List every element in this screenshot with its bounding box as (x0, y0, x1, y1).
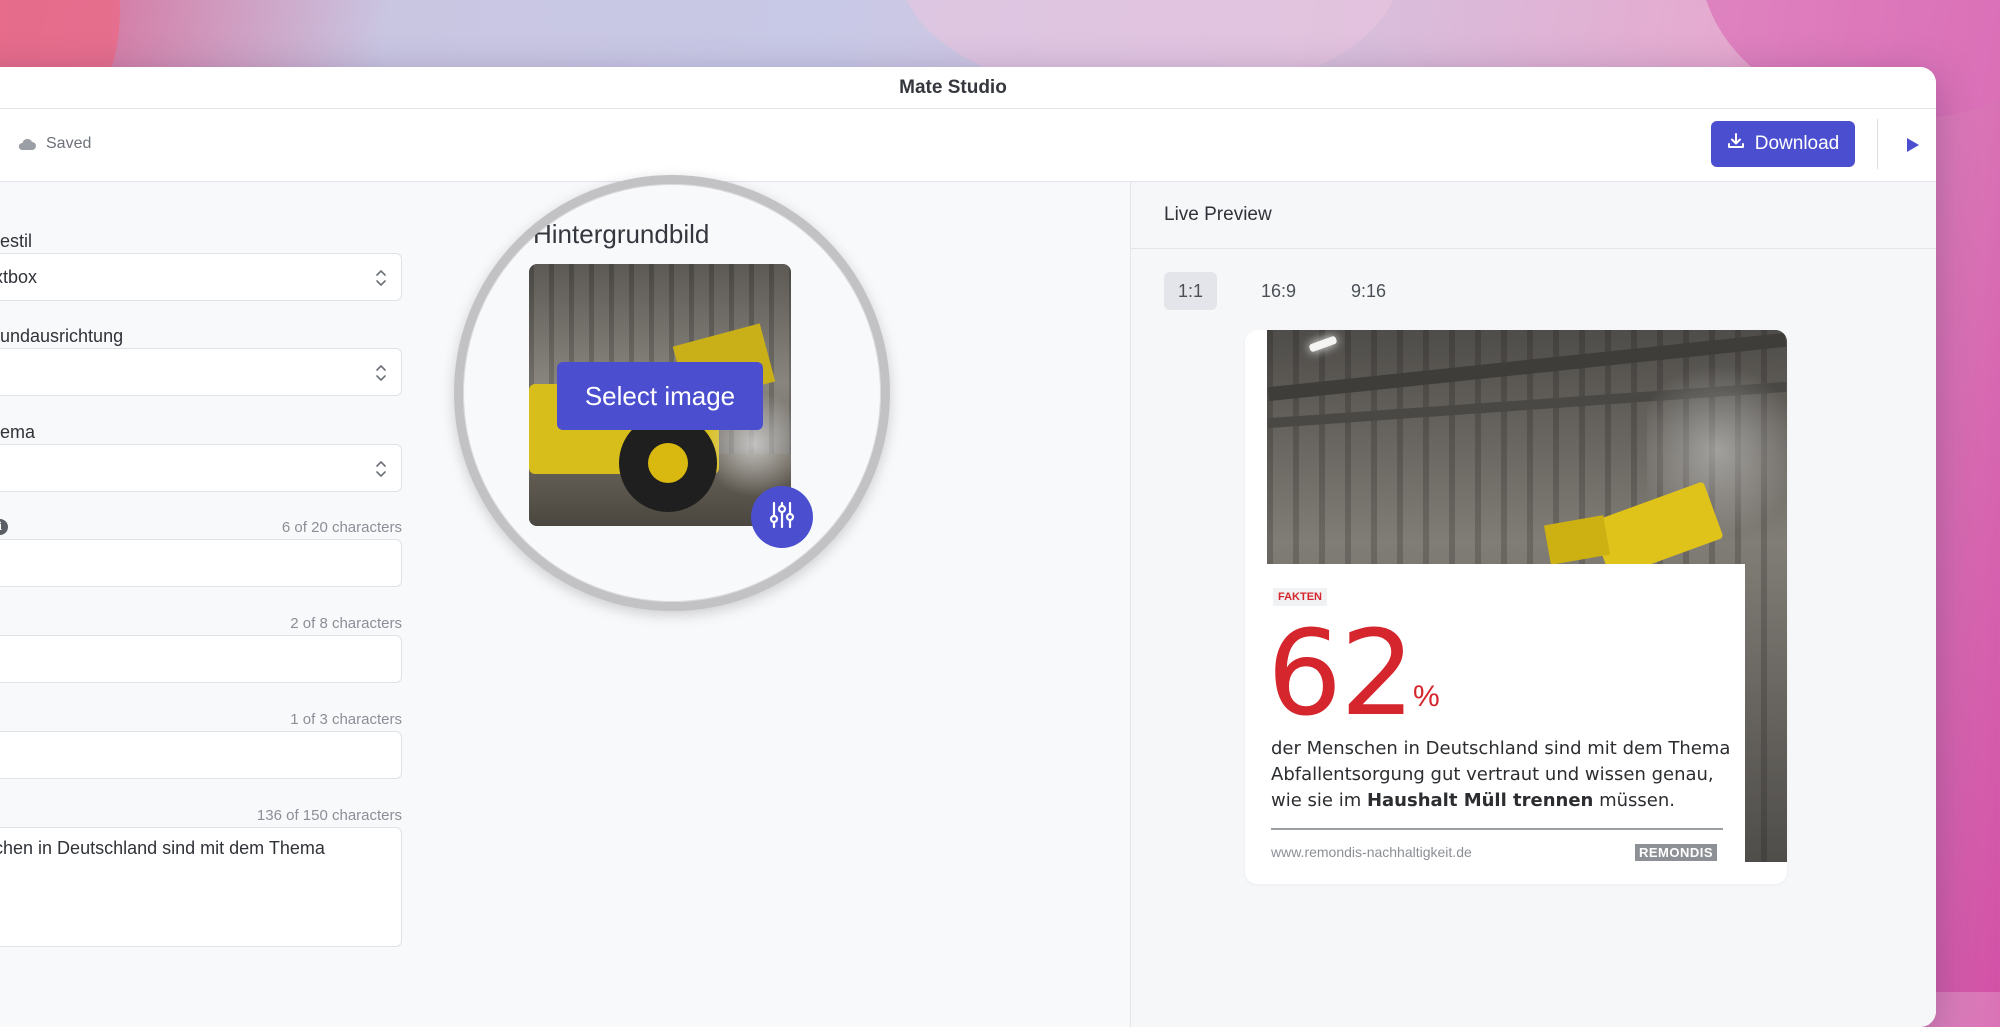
card-number: 62 (1267, 604, 1413, 742)
style-select-value: Textbox (0, 267, 37, 288)
download-button[interactable]: Download (1711, 121, 1855, 167)
chevron-updown-icon (375, 363, 387, 388)
text-area[interactable]: nschen in Deutschland sind mit dem Thema (0, 827, 402, 947)
preview-panel: Live Preview 1:1 16:9 9:16 FAKTEN 62 % d… (1130, 182, 1936, 1027)
field-label-stil: estil (0, 231, 32, 252)
window-title: Mate Studio (899, 77, 1007, 99)
field-label-ausrichtung: undausrichtung (0, 326, 123, 347)
adjust-image-button[interactable] (751, 486, 813, 548)
preview-card: FAKTEN 62 % der Menschen in Deutschland … (1245, 330, 1787, 884)
background-image-label: Hintergrundbild (533, 219, 709, 250)
magnifier-lens: Hintergrundbild Select image (454, 175, 890, 611)
download-icon (1727, 132, 1745, 156)
card-body-text: der Menschen in Deutschland sind mit dem… (1271, 736, 1731, 814)
character-counter: 6 of 20 characters (170, 519, 402, 536)
alignment-select[interactable] (0, 348, 402, 396)
toolbar-divider (1877, 119, 1878, 169)
brand-logo: REMONDIS (1635, 844, 1717, 861)
saved-label: Saved (46, 135, 91, 153)
card-url: www.remondis-nachhaltigkeit.de (1271, 844, 1472, 860)
character-counter: 1 of 3 characters (170, 711, 402, 728)
play-icon[interactable] (1906, 137, 1920, 158)
character-counter: 2 of 8 characters (170, 615, 402, 632)
save-status: Saved (18, 135, 91, 153)
ratio-label: 9:16 (1351, 281, 1386, 301)
sliders-icon (768, 500, 796, 535)
number-input[interactable] (0, 635, 402, 683)
card-textbox: FAKTEN 62 % der Menschen in Deutschland … (1267, 564, 1745, 884)
card-text-bold: Haushalt Müll trennen (1367, 790, 1593, 811)
card-text-part: müssen. (1593, 790, 1675, 811)
ratio-tab-16-9[interactable]: 16:9 (1247, 272, 1310, 310)
download-label: Download (1755, 133, 1840, 155)
preview-header: Live Preview (1131, 182, 1936, 249)
ratio-label: 1:1 (1178, 281, 1203, 301)
chevron-updown-icon (375, 268, 387, 293)
info-icon[interactable]: i (0, 519, 8, 535)
chevron-updown-icon (375, 459, 387, 484)
unit-input[interactable] (0, 731, 402, 779)
card-divider (1271, 828, 1723, 830)
style-select[interactable]: Textbox (0, 253, 402, 301)
cloud-icon (18, 138, 36, 150)
text-area-value: nschen in Deutschland sind mit dem Thema (0, 838, 325, 859)
preview-title: Live Preview (1164, 204, 1272, 226)
tag-input[interactable]: EN (0, 539, 402, 587)
ratio-tab-9-16[interactable]: 9:16 (1337, 272, 1400, 310)
character-counter: 136 of 150 characters (170, 807, 402, 824)
ratio-tab-1-1[interactable]: 1:1 (1164, 272, 1217, 310)
card-unit: % (1413, 680, 1440, 714)
toolbar: Saved Download (0, 109, 1936, 182)
field-label-thema: ema (0, 422, 35, 443)
select-image-button[interactable]: Select image (557, 362, 763, 430)
app-window: Mate Studio Saved Download estil Textbox (0, 67, 1936, 1027)
ratio-label: 16:9 (1261, 281, 1296, 301)
title-bar: Mate Studio (0, 67, 1936, 109)
theme-select[interactable] (0, 444, 402, 492)
